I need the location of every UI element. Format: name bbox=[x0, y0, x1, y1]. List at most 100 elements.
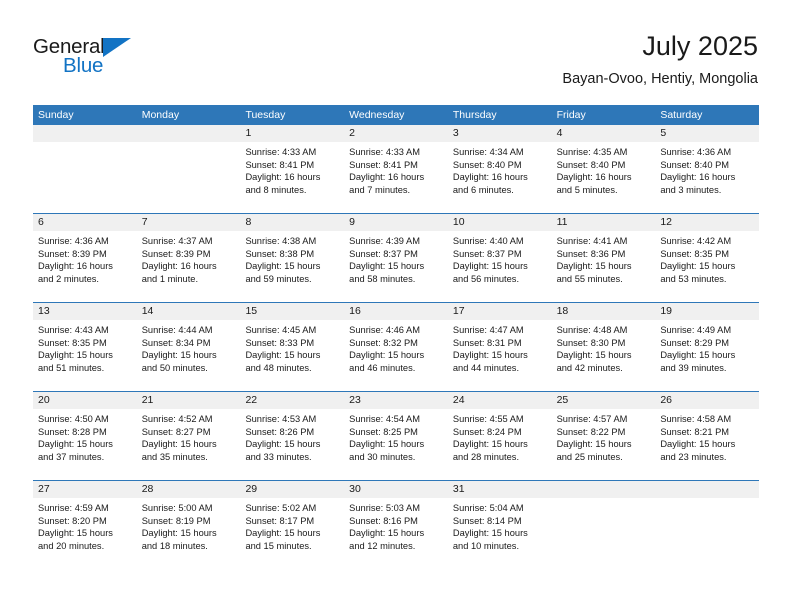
calendar-day-cell[interactable]: 23 Sunrise: 4:54 AM Sunset: 8:25 PM Dayligh… bbox=[344, 392, 448, 480]
daylight-text-line2: and 58 minutes. bbox=[349, 273, 416, 284]
daylight-text-line1: Daylight: 15 hours bbox=[245, 350, 321, 361]
calendar-day-cell[interactable]: 13 Sunrise: 4:43 AM Sunset: 8:35 PM Dayligh… bbox=[33, 303, 137, 391]
calendar-day-cell[interactable]: 6 Sunrise: 4:36 AM Sunset: 8:39 PM Daylight… bbox=[33, 214, 137, 302]
calendar-day-cell[interactable]: 16 Sunrise: 4:46 AM Sunset: 8:32 PM Dayligh… bbox=[344, 303, 448, 391]
calendar-day-cell[interactable]: 28 Sunrise: 5:00 AM Sunset: 8:19 PM Dayligh… bbox=[136, 481, 241, 569]
logo-triangle-icon bbox=[103, 38, 131, 57]
sunrise-text: Sunrise: 4:57 AM bbox=[556, 414, 628, 424]
day-number: 7 bbox=[136, 214, 241, 231]
calendar-day-cell[interactable]: 17 Sunrise: 4:47 AM Sunset: 8:31 PM Dayligh… bbox=[447, 303, 552, 391]
daylight-text-line2: and 30 minutes. bbox=[349, 451, 416, 462]
sunrise-text: Sunrise: 4:45 AM bbox=[245, 325, 317, 335]
calendar-day-cell[interactable]: 30 Sunrise: 5:03 AM Sunset: 8:16 PM Dayligh… bbox=[344, 481, 448, 569]
day-number bbox=[136, 125, 241, 142]
sunset-text: Sunset: 8:41 PM bbox=[245, 159, 315, 170]
sunset-text: Sunset: 8:40 PM bbox=[660, 159, 730, 170]
sunset-text: Sunset: 8:14 PM bbox=[452, 515, 522, 526]
day-details: Sunrise: 4:35 AM Sunset: 8:40 PM Daylight:… bbox=[552, 142, 656, 196]
calendar-day-cell[interactable]: 12 Sunrise: 4:42 AM Sunset: 8:35 PM Dayligh… bbox=[655, 214, 760, 302]
daylight-text-line2: and 50 minutes. bbox=[141, 362, 208, 373]
generalblue-logo: General Blue bbox=[33, 35, 163, 81]
calendar-week-row: 20 Sunrise: 4:50 AM Sunset: 8:28 PM Dayligh… bbox=[33, 391, 760, 480]
calendar-day-cell[interactable]: 18 Sunrise: 4:48 AM Sunset: 8:30 PM Dayligh… bbox=[551, 303, 656, 391]
sunrise-text: Sunrise: 4:46 AM bbox=[349, 325, 420, 335]
day-details: Sunrise: 4:46 AM Sunset: 8:32 PM Daylight:… bbox=[344, 320, 448, 374]
calendar-day-cell[interactable]: 11 Sunrise: 4:41 AM Sunset: 8:36 PM Dayligh… bbox=[551, 214, 656, 302]
day-number: 1 bbox=[240, 125, 345, 142]
weekday-header-wednesday: Wednesday bbox=[349, 109, 405, 121]
calendar-day-cell[interactable]: 24 Sunrise: 4:55 AM Sunset: 8:24 PM Dayligh… bbox=[447, 392, 552, 480]
sunset-text: Sunset: 8:37 PM bbox=[349, 248, 418, 259]
daylight-text-line2: and 55 minutes. bbox=[556, 273, 623, 284]
daylight-text-line1: Daylight: 16 hours bbox=[660, 172, 736, 183]
daylight-text-line1: Daylight: 16 hours bbox=[38, 261, 113, 272]
daylight-text-line2: and 23 minutes. bbox=[660, 451, 727, 462]
day-number: 16 bbox=[344, 303, 448, 320]
sunset-text: Sunset: 8:34 PM bbox=[141, 337, 211, 348]
sunset-text: Sunset: 8:26 PM bbox=[245, 426, 315, 437]
calendar-day-cell[interactable]: 1 Sunrise: 4:33 AM Sunset: 8:41 PM Daylight… bbox=[240, 125, 345, 213]
calendar-day-cell[interactable]: 31 Sunrise: 5:04 AM Sunset: 8:14 PM Dayligh… bbox=[447, 481, 552, 569]
day-number: 29 bbox=[240, 481, 345, 498]
day-details: Sunrise: 4:59 AM Sunset: 8:20 PM Daylight:… bbox=[33, 498, 137, 552]
weekday-header-monday: Monday bbox=[141, 109, 180, 121]
daylight-text-line1: Daylight: 16 hours bbox=[245, 172, 321, 183]
sunrise-text: Sunrise: 4:53 AM bbox=[245, 414, 317, 424]
sunset-text: Sunset: 8:41 PM bbox=[349, 159, 418, 170]
daylight-text-line1: Daylight: 15 hours bbox=[141, 528, 217, 539]
calendar-day-cell[interactable]: 4 Sunrise: 4:35 AM Sunset: 8:40 PM Daylight… bbox=[551, 125, 656, 213]
calendar-day-cell[interactable]: 29 Sunrise: 5:02 AM Sunset: 8:17 PM Dayligh… bbox=[240, 481, 345, 569]
daylight-text-line2: and 8 minutes. bbox=[245, 184, 307, 195]
sunrise-text: Sunrise: 4:36 AM bbox=[660, 147, 732, 157]
calendar-day-cell[interactable]: 21 Sunrise: 4:52 AM Sunset: 8:27 PM Dayligh… bbox=[136, 392, 241, 480]
daylight-text-line1: Daylight: 15 hours bbox=[660, 439, 736, 450]
daylight-text-line2: and 56 minutes. bbox=[452, 273, 520, 284]
weekday-header-thursday: Thursday bbox=[452, 109, 497, 121]
daylight-text-line2: and 25 minutes. bbox=[556, 451, 623, 462]
day-details: Sunrise: 4:33 AM Sunset: 8:41 PM Daylight:… bbox=[240, 142, 344, 196]
calendar-week-row: 1 Sunrise: 4:33 AM Sunset: 8:41 PM Daylight… bbox=[33, 125, 760, 213]
sunset-text: Sunset: 8:30 PM bbox=[556, 337, 626, 348]
day-number: 5 bbox=[655, 125, 760, 142]
sunset-text: Sunset: 8:29 PM bbox=[660, 337, 730, 348]
daylight-text-line1: Daylight: 16 hours bbox=[349, 172, 425, 183]
calendar-day-cell[interactable]: 14 Sunrise: 4:44 AM Sunset: 8:34 PM Dayligh… bbox=[136, 303, 241, 391]
day-details: Sunrise: 4:47 AM Sunset: 8:31 PM Daylight:… bbox=[448, 320, 552, 374]
calendar-day-cell[interactable]: 26 Sunrise: 4:58 AM Sunset: 8:21 PM Dayligh… bbox=[655, 392, 760, 480]
day-number: 10 bbox=[447, 214, 552, 231]
sunrise-text: Sunrise: 4:33 AM bbox=[245, 147, 317, 157]
calendar-day-cell[interactable]: 15 Sunrise: 4:45 AM Sunset: 8:33 PM Dayligh… bbox=[240, 303, 345, 391]
calendar-day-cell[interactable]: 3 Sunrise: 4:34 AM Sunset: 8:40 PM Daylight… bbox=[447, 125, 552, 213]
calendar-day-cell[interactable]: 20 Sunrise: 4:50 AM Sunset: 8:28 PM Dayligh… bbox=[33, 392, 137, 480]
daylight-text-line2: and 48 minutes. bbox=[245, 362, 312, 373]
calendar-week-row: 27 Sunrise: 4:59 AM Sunset: 8:20 PM Dayligh… bbox=[33, 480, 760, 569]
day-number: 28 bbox=[136, 481, 241, 498]
calendar-day-cell[interactable]: 25 Sunrise: 4:57 AM Sunset: 8:22 PM Dayligh… bbox=[551, 392, 656, 480]
daylight-text-line2: and 6 minutes. bbox=[452, 184, 514, 195]
calendar-day-cell[interactable]: 19 Sunrise: 4:49 AM Sunset: 8:29 PM Dayligh… bbox=[655, 303, 760, 391]
daylight-text-line1: Daylight: 15 hours bbox=[349, 528, 425, 539]
day-details: Sunrise: 4:43 AM Sunset: 8:35 PM Daylight:… bbox=[33, 320, 137, 374]
day-details: Sunrise: 5:00 AM Sunset: 8:19 PM Daylight:… bbox=[137, 498, 241, 552]
calendar-day-cell[interactable]: 8 Sunrise: 4:38 AM Sunset: 8:38 PM Daylight… bbox=[240, 214, 345, 302]
sunset-text: Sunset: 8:20 PM bbox=[38, 515, 107, 526]
daylight-text-line2: and 10 minutes. bbox=[452, 540, 520, 551]
calendar-day-cell[interactable]: 22 Sunrise: 4:53 AM Sunset: 8:26 PM Dayligh… bbox=[240, 392, 345, 480]
daylight-text-line1: Daylight: 15 hours bbox=[556, 350, 632, 361]
day-number: 2 bbox=[344, 125, 448, 142]
calendar-day-cell[interactable]: 9 Sunrise: 4:39 AM Sunset: 8:37 PM Daylight… bbox=[344, 214, 448, 302]
sunrise-text: Sunrise: 4:43 AM bbox=[38, 325, 109, 335]
sunset-text: Sunset: 8:31 PM bbox=[452, 337, 522, 348]
calendar-day-cell[interactable]: 27 Sunrise: 4:59 AM Sunset: 8:20 PM Dayligh… bbox=[33, 481, 137, 569]
day-details: Sunrise: 4:57 AM Sunset: 8:22 PM Daylight:… bbox=[552, 409, 656, 463]
day-number: 21 bbox=[136, 392, 241, 409]
calendar-day-cell-empty bbox=[136, 125, 241, 213]
calendar-day-cell[interactable]: 7 Sunrise: 4:37 AM Sunset: 8:39 PM Daylight… bbox=[136, 214, 241, 302]
day-number: 27 bbox=[33, 481, 137, 498]
calendar-day-cell[interactable]: 5 Sunrise: 4:36 AM Sunset: 8:40 PM Daylight… bbox=[655, 125, 760, 213]
daylight-text-line1: Daylight: 15 hours bbox=[245, 439, 321, 450]
daylight-text-line2: and 20 minutes. bbox=[38, 540, 105, 551]
calendar-day-cell[interactable]: 10 Sunrise: 4:40 AM Sunset: 8:37 PM Dayligh… bbox=[447, 214, 552, 302]
calendar-day-cell[interactable]: 2 Sunrise: 4:33 AM Sunset: 8:41 PM Daylight… bbox=[344, 125, 448, 213]
daylight-text-line1: Daylight: 15 hours bbox=[245, 528, 321, 539]
